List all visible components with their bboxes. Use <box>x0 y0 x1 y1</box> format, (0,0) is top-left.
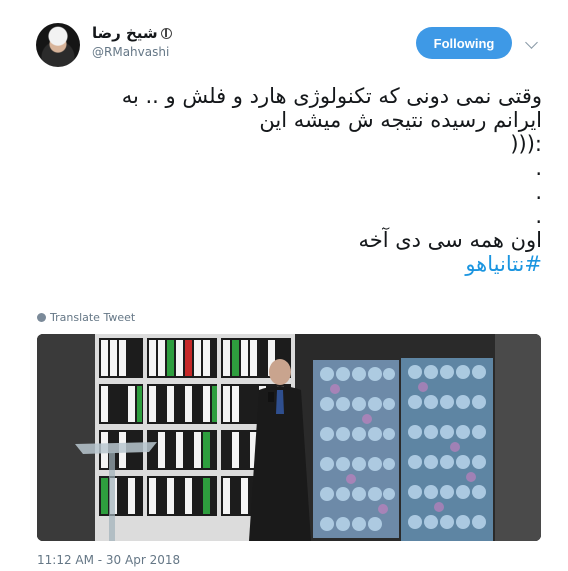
tweet-card: شیخ رضا @RMahvashi Following وقتی نمی دو… <box>0 0 568 571</box>
display-name[interactable]: شیخ رضا <box>92 24 158 42</box>
tweet-media-image[interactable] <box>37 334 541 541</box>
following-button[interactable]: Following <box>416 27 512 59</box>
avatar[interactable] <box>36 23 80 67</box>
hashtag-link[interactable]: #نتانیاهو <box>36 252 542 276</box>
tweet-line: اون همه سی دی آخه <box>358 228 542 252</box>
tweet-line: . <box>535 204 542 228</box>
tweet-line: . <box>535 180 542 204</box>
tweet-timestamp[interactable]: 11:12 AM - 30 Apr 2018 <box>37 553 180 567</box>
tweet-line: :((( <box>510 132 542 156</box>
tweet-line: وقتی نمی دونی که تکنولوژی هارد و فلش و .… <box>121 84 542 108</box>
tweet-line: . <box>535 156 542 180</box>
volleyball-emoji-icon <box>160 27 172 39</box>
user-handle[interactable]: @RMahvashi <box>92 45 292 59</box>
translate-label[interactable]: Translate Tweet <box>50 311 135 324</box>
translate-tweet[interactable]: Translate Tweet <box>37 311 135 324</box>
display-name-row[interactable]: شیخ رضا <box>92 24 292 42</box>
globe-icon <box>37 313 46 322</box>
user-info: شیخ رضا @RMahvashi <box>92 24 292 59</box>
tweet-text: وقتی نمی دونی که تکنولوژی هارد و فلش و .… <box>36 84 542 276</box>
tweet-line: ایرانم رسیده نتیجه ش میشه این <box>259 108 542 132</box>
chevron-down-icon[interactable] <box>525 36 538 49</box>
